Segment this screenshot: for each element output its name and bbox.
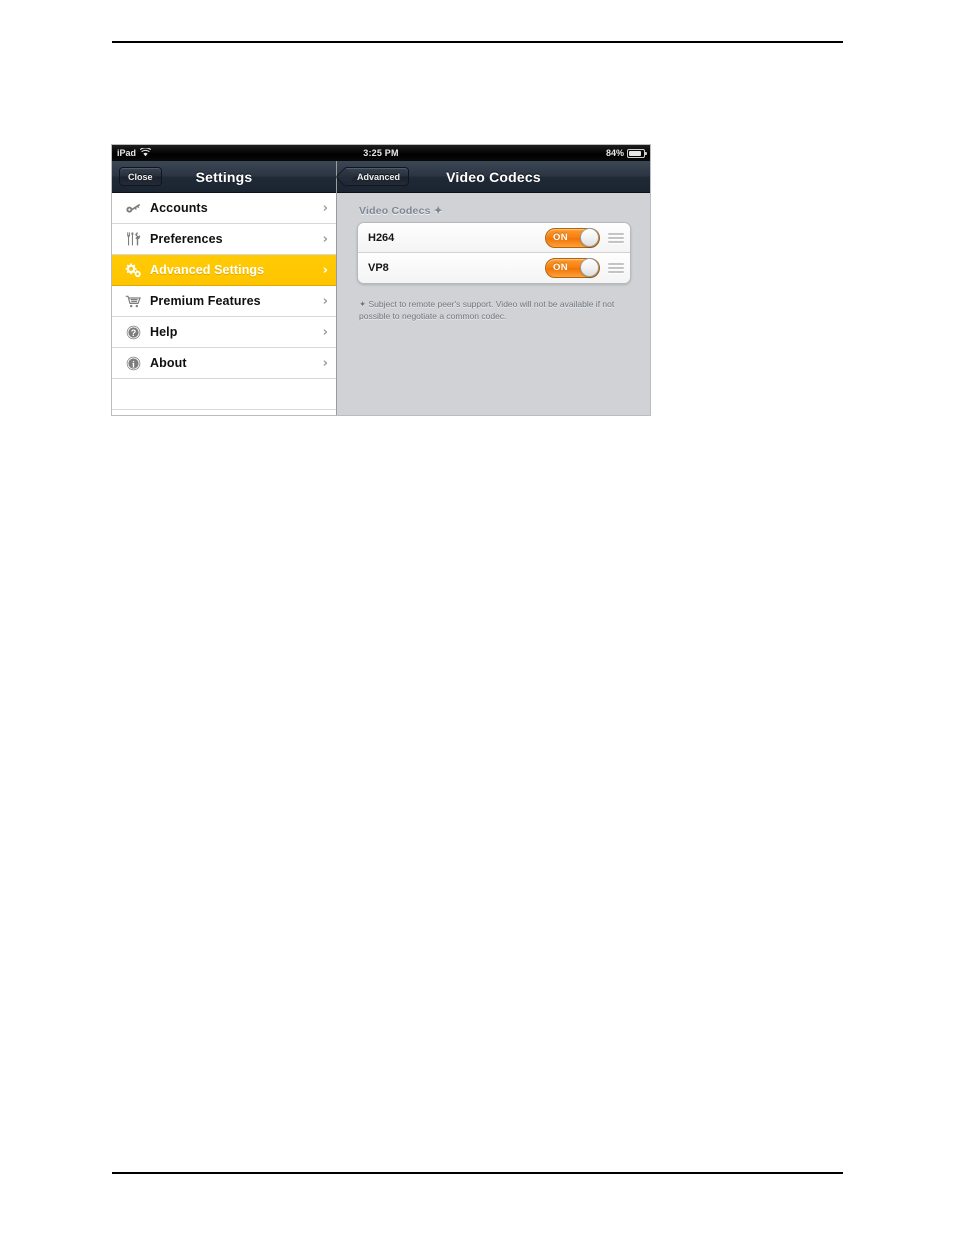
codec-name: H264 — [368, 231, 395, 244]
battery-icon — [627, 148, 647, 158]
chevron-right-icon: › — [322, 262, 328, 278]
sidebar-item-help[interactable]: ? Help › — [112, 317, 336, 348]
chevron-right-icon: › — [322, 355, 328, 371]
codec-row-vp8[interactable]: VP8 ON — [358, 253, 630, 283]
video-codecs-detail-pane: Advanced Video Codecs Video Codecs ✦ H26… — [337, 161, 650, 415]
question-icon: ? — [122, 325, 144, 340]
sidebar-label: Preferences — [150, 232, 223, 246]
codec-list-card: H264 ON VP8 ON — [357, 222, 631, 284]
back-button-label: Advanced — [357, 172, 401, 182]
svg-text:?: ? — [130, 328, 136, 338]
tools-icon — [122, 232, 144, 246]
sidebar-empty-row — [112, 379, 336, 410]
sidebar-item-accounts[interactable]: Accounts › — [112, 193, 336, 224]
info-icon: i — [122, 356, 144, 371]
detail-content: Video Codecs ✦ H264 ON VP8 ON ✦ Subject … — [337, 193, 650, 415]
chevron-right-icon: › — [322, 293, 328, 309]
svg-text:i: i — [132, 360, 135, 370]
status-bar-time: 3:25 PM — [363, 148, 399, 158]
page-footer-rule — [112, 1172, 843, 1174]
sidebar-label: About — [150, 356, 187, 370]
battery-percent-label: 84% — [605, 148, 624, 158]
key-icon — [122, 202, 144, 215]
toggle-state-label: ON — [553, 231, 569, 243]
settings-navbar: Close Settings — [112, 161, 336, 193]
sidebar-item-about[interactable]: i About › — [112, 348, 336, 379]
split-view: Close Settings Accounts › Preferences › … — [112, 161, 650, 415]
section-header-video-codecs: Video Codecs ✦ — [359, 205, 443, 217]
sidebar-label: Premium Features — [150, 294, 261, 308]
toggle-knob — [580, 258, 599, 277]
sidebar-item-premium-features[interactable]: Premium Features › — [112, 286, 336, 317]
page-header-rule — [112, 41, 843, 43]
toggle-knob — [580, 227, 599, 247]
sidebar-label: Accounts — [150, 201, 208, 215]
chevron-right-icon: › — [322, 231, 328, 247]
chevron-right-icon: › — [322, 200, 328, 216]
status-bar: iPad 3:25 PM 84% — [112, 145, 650, 161]
settings-master-pane: Close Settings Accounts › Preferences › … — [112, 161, 337, 415]
chevron-right-icon: › — [322, 324, 328, 340]
gears-icon — [122, 263, 144, 277]
codec-toggle-h264[interactable]: ON — [545, 227, 600, 248]
back-button-advanced[interactable]: Advanced — [344, 167, 410, 186]
toggle-state-label: ON — [553, 262, 569, 273]
ipad-screenshot-frame: iPad 3:25 PM 84% Close Settings Accounts… — [111, 144, 651, 416]
sidebar-item-advanced-settings[interactable]: Advanced Settings › — [112, 255, 336, 286]
close-button[interactable]: Close — [119, 167, 162, 186]
codec-footnote: ✦ Subject to remote peer's support. Vide… — [359, 299, 615, 322]
settings-menu-list: Accounts › Preferences › Advanced Settin… — [112, 193, 336, 415]
cart-icon — [122, 295, 144, 308]
status-bar-right: 84% — [605, 148, 647, 158]
sidebar-item-preferences[interactable]: Preferences › — [112, 224, 336, 255]
sidebar-label: Help — [150, 325, 178, 339]
detail-navbar: Advanced Video Codecs — [337, 161, 650, 193]
reorder-handle-icon[interactable] — [608, 263, 624, 273]
codec-name: VP8 — [368, 262, 389, 274]
codec-row-h264[interactable]: H264 ON — [358, 223, 630, 253]
codec-toggle-vp8[interactable]: ON — [545, 258, 600, 278]
sidebar-label: Advanced Settings — [150, 263, 265, 277]
reorder-handle-icon[interactable] — [608, 232, 624, 243]
